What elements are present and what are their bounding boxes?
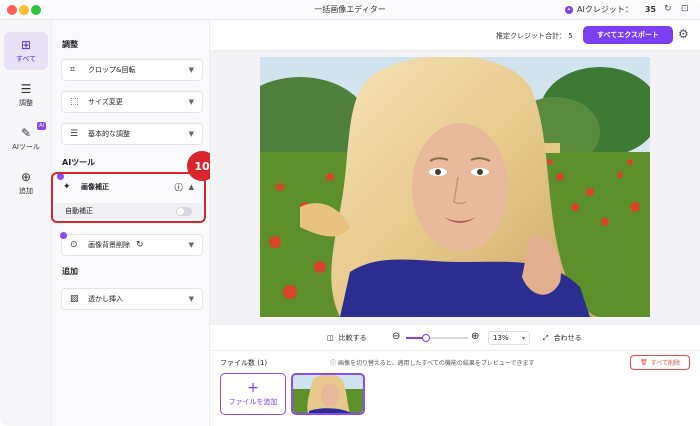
rail-item-label: 調整 [19, 98, 33, 107]
bg-remove-icon: ⊙ [70, 240, 78, 250]
chevron-down-icon: ▾ [521, 334, 525, 342]
option-label: 画像背景削除 [88, 241, 130, 249]
app-window: 一括画像エディター ✦ AIクレジット： 35 ↻ ⊡ ⊞ すべて ☰ 調整 ✎… [0, 0, 700, 426]
estimate-value: 5 [568, 32, 573, 40]
gear-icon[interactable]: ⚙ [678, 27, 689, 41]
sliders-icon: ☰ [70, 129, 79, 139]
file-count: ファイル数 (1) [220, 359, 268, 367]
bg-remove-option[interactable]: ⊙ 画像背景削除 ↻ ▼ [60, 232, 203, 256]
ai-credit-label: AIクレジット： [577, 5, 633, 14]
option-label: クロップ&回転 [88, 66, 136, 74]
ai-badge: AI [37, 122, 46, 130]
crop-icon: ⌗ [70, 65, 76, 75]
zoom-level-value: 13% [493, 334, 509, 342]
image-icon: ▨ [70, 294, 79, 304]
add-file-button[interactable]: + ファイルを追加 [220, 373, 286, 415]
rail-item-all[interactable]: ⊞ すべて [4, 32, 48, 70]
zoom-level-select[interactable]: 13% ▾ [488, 331, 530, 345]
delete-all-label: すべて削除 [650, 360, 680, 367]
file-hint: ⓘ 画像を切り替えると、適用したすべての機能の結果をプレビューできます [330, 358, 535, 367]
fit-icon: ⤢ [543, 333, 549, 342]
chevron-down-icon: ▼ [188, 98, 194, 106]
section-title-adjust: 調整 [62, 40, 78, 49]
trash-icon: 🗑 [640, 359, 648, 366]
grid-icon: ⊞ [20, 37, 32, 52]
refresh-icon: ↻ [136, 240, 144, 250]
option-label: 透かし挿入 [88, 295, 123, 303]
estimate-label: 推定クレジット合計： [496, 32, 566, 40]
rail-item-label: AIツール [12, 142, 40, 151]
chevron-down-icon: ▼ [188, 130, 194, 138]
portrait-photo [260, 57, 650, 317]
zoom-slider[interactable] [406, 334, 468, 342]
refresh-icon[interactable]: ↻ [664, 5, 673, 14]
watermark-option[interactable]: ▨ 透かし挿入 ▼ [61, 288, 203, 310]
settings-panel: 調整 ⌗ クロップ&回転 ▼ ⬚ サイズ変更 ▼ ☰ 基本的な調整 ▼ AIツー… [52, 20, 210, 426]
fit-label: 合わせる [553, 334, 582, 342]
chevron-down-icon: ▼ [188, 241, 194, 249]
zoom-toolbar: ◫ 比較する ⊖ ⊕ 13% ▾ ⤢ 合わせる [210, 327, 700, 349]
resize-option[interactable]: ⬚ サイズ変更 ▼ [61, 91, 203, 113]
rail-item-add[interactable]: ⊕ 追加 [4, 164, 48, 202]
file-strip: ファイル数 (1) ⓘ 画像を切り替えると、適用したすべての機能の結果をプレビュ… [210, 350, 700, 426]
title-bar: 一括画像エディター ✦ AIクレジット： 35 ↻ ⊡ [0, 0, 700, 20]
section-title-ai-tools: AIツール [62, 158, 96, 167]
crop-rotate-option[interactable]: ⌗ クロップ&回転 ▼ [61, 59, 203, 81]
rail-item-label: 追加 [19, 186, 33, 195]
zoom-slider-knob[interactable] [422, 334, 430, 342]
option-label: サイズ変更 [88, 98, 123, 106]
file-thumbnail[interactable] [291, 373, 365, 415]
chevron-down-icon: ▼ [188, 295, 194, 303]
basic-adjust-option[interactable]: ☰ 基本的な調整 ▼ [61, 123, 203, 145]
ai-credit-value: 35 [644, 5, 656, 14]
resize-icon: ⬚ [70, 97, 79, 107]
option-label: 基本的な調整 [88, 130, 130, 138]
zoom-out-icon[interactable]: ⊖ [392, 331, 400, 342]
rail-item-ai-tools[interactable]: ✎ AIツール AI [4, 120, 48, 158]
ai-credit-display: ✦ AIクレジット： 35 ↻ ⊡ [565, 4, 690, 15]
plus-icon: + [247, 379, 259, 396]
preview-image [260, 57, 650, 317]
compare-icon: ◫ [327, 334, 334, 342]
export-all-button[interactable]: すべてエクスポート [583, 26, 673, 44]
add-square-icon: ⊕ [20, 169, 32, 184]
ai-dot-icon [60, 232, 67, 239]
ai-credit-icon: ✦ [565, 5, 574, 14]
zoom-in-icon[interactable]: ⊕ [471, 331, 479, 342]
rail-item-adjust[interactable]: ☰ 調整 [4, 76, 48, 114]
thumbnail-image [293, 375, 363, 413]
estimated-credits: 推定クレジット合計： 5 [496, 31, 573, 41]
delete-all-button[interactable]: 🗑 すべて削除 [630, 355, 690, 370]
highlight-box [51, 172, 206, 223]
compare-label: 比較する [338, 334, 367, 342]
left-rail: ⊞ すべて ☰ 調整 ✎ AIツール AI ⊕ 追加 [0, 20, 52, 426]
fit-button[interactable]: ⤢ 合わせる [543, 333, 582, 343]
ai-tool-icon: ✎ [20, 125, 32, 140]
cart-icon[interactable]: ⊡ [681, 5, 690, 14]
chevron-down-icon: ▼ [188, 66, 194, 74]
file-hint-text: 画像を切り替えると、適用したすべての機能の結果をプレビューできます [337, 360, 535, 367]
rail-item-label: すべて [15, 54, 37, 63]
add-file-label: ファイルを追加 [228, 397, 278, 406]
info-icon: ⓘ [330, 360, 337, 367]
sliders-icon: ☰ [20, 81, 32, 96]
compare-button[interactable]: ◫ 比較する [327, 333, 367, 343]
section-title-add: 追加 [62, 267, 78, 276]
